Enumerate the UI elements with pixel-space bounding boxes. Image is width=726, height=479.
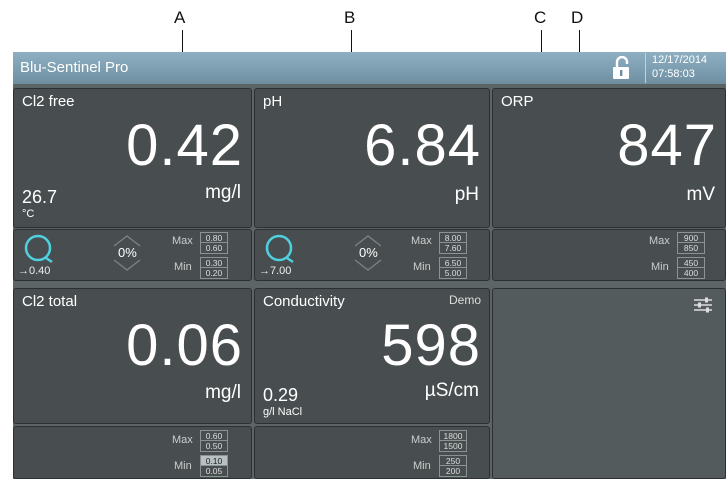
datetime: 12/17/2014 07:58:03 (645, 53, 726, 83)
tile-conductivity[interactable]: Conductivity Demo 598 µS/cm 0.29 g/l NaC… (254, 288, 490, 424)
tile-title: Cl2 total (22, 293, 78, 310)
min-limit-low: 0.05 (205, 466, 223, 476)
tile-cl2-free[interactable]: Cl2 free 0.42 mg/l 26.7 °C (13, 88, 252, 228)
min-limit-low: 400 (683, 268, 699, 278)
max-limits[interactable]: 900 850 (677, 232, 705, 254)
measured-value: 598 (381, 313, 481, 378)
controller-conductivity[interactable]: Max 1800 1500 Min 250 200 (254, 426, 490, 479)
min-limit-high: 450 (678, 258, 704, 268)
measured-unit: pH (454, 184, 479, 205)
tile-empty[interactable] (492, 288, 726, 479)
max-limits[interactable]: 0.60 0.50 (200, 430, 228, 452)
tile-ph[interactable]: pH 6.84 pH (254, 88, 490, 228)
title-bar: Blu-Sentinel Pro 12/17/2014 07:58:03 (13, 52, 726, 84)
controller-cl2-total[interactable]: Max 0.60 0.50 Min 0.10 0.05 (13, 426, 252, 479)
max-limit-low: 850 (683, 243, 699, 253)
tile-title: pH (263, 93, 283, 110)
salinity-unit: g/l NaCl (263, 406, 303, 418)
temperature-value: 26.7 (22, 187, 58, 207)
unlock-icon[interactable] (611, 56, 633, 80)
min-limit-high: 0.30 (201, 258, 227, 268)
max-limit-high: 0.80 (201, 233, 227, 243)
min-limit-high: 250 (440, 456, 466, 466)
max-limits[interactable]: 8.00 7.60 (439, 232, 467, 254)
app-title: Blu-Sentinel Pro (20, 59, 129, 76)
demo-badge: Demo (448, 293, 481, 307)
min-limit-low: 0.20 (205, 268, 223, 278)
date-text: 12/17/2014 (652, 54, 708, 66)
setpoint-value: →0.40 (18, 265, 51, 277)
max-label: Max (411, 434, 432, 446)
max-limit-low: 7.60 (444, 243, 462, 253)
output-percent: 0% (359, 245, 378, 260)
min-limits[interactable]: 250 200 (439, 455, 467, 477)
min-limit-low: 5.00 (444, 268, 462, 278)
device-screen: Blu-Sentinel Pro 12/17/2014 07:58:03 Cl2… (13, 52, 726, 479)
measured-value: 6.84 (364, 113, 481, 178)
measured-unit: mg/l (205, 382, 241, 403)
output-percent: 0% (118, 245, 137, 260)
callout-a: A (174, 8, 186, 27)
measured-unit: mg/l (205, 182, 241, 203)
max-label: Max (411, 235, 432, 247)
callout-b: B (344, 8, 356, 27)
max-limit-high: 8.00 (440, 233, 466, 243)
tile-orp[interactable]: ORP 847 mV (492, 88, 726, 228)
max-limit-high: 0.60 (201, 431, 227, 441)
measured-value: 0.42 (126, 113, 243, 178)
time-text: 07:58:03 (652, 68, 695, 80)
min-limit-high: 0.10 (201, 456, 227, 466)
measured-value: 0.06 (126, 313, 243, 378)
controller-orp[interactable]: Max 900 850 Min 450 400 (492, 229, 726, 281)
controller-ph[interactable]: →7.00 0% Max 8.00 7.60 Min 6.50 5.00 (254, 229, 490, 281)
tile-title: Conductivity (263, 293, 345, 310)
temperature-unit: °C (22, 208, 35, 220)
measured-value: 847 (617, 113, 717, 178)
min-label: Min (413, 460, 431, 472)
sliders-icon[interactable] (693, 297, 713, 313)
max-limit-low: 0.50 (205, 441, 223, 451)
max-limits[interactable]: 1800 1500 (439, 430, 467, 452)
min-limit-low: 200 (445, 466, 461, 476)
max-limit-low: 0.60 (205, 243, 223, 253)
min-label: Min (174, 261, 192, 273)
min-label: Min (651, 261, 669, 273)
measured-unit: mV (686, 184, 716, 205)
max-limits[interactable]: 0.80 0.60 (200, 232, 228, 254)
max-limit-high: 900 (678, 233, 704, 243)
max-label: Max (172, 235, 193, 247)
max-limit-high: 1800 (440, 431, 466, 441)
min-limits[interactable]: 450 400 (677, 257, 705, 279)
min-label: Min (174, 460, 192, 472)
max-label: Max (172, 434, 193, 446)
setpoint-value: →7.00 (259, 265, 292, 277)
max-limit-low: 1500 (443, 441, 463, 451)
tile-title: Cl2 free (22, 93, 75, 110)
min-limits[interactable]: 0.10 0.05 (200, 455, 228, 477)
controller-cl2-free[interactable]: →0.40 0% Max 0.80 0.60 Min 0.30 0.20 (13, 229, 252, 281)
max-label: Max (649, 235, 670, 247)
callout-c: C (534, 8, 547, 27)
measured-unit: µS/cm (424, 380, 479, 401)
controller-ring-icon (265, 234, 294, 264)
salinity-value: 0.29 (263, 385, 299, 405)
min-limit-high: 6.50 (440, 258, 466, 268)
min-label: Min (413, 261, 431, 273)
min-limits[interactable]: 0.30 0.20 (200, 257, 228, 279)
callout-d: D (571, 8, 584, 27)
min-limits[interactable]: 6.50 5.00 (439, 257, 467, 279)
tile-title: ORP (501, 93, 534, 110)
controller-ring-icon (24, 234, 53, 264)
tile-cl2-total[interactable]: Cl2 total 0.06 mg/l (13, 288, 252, 424)
